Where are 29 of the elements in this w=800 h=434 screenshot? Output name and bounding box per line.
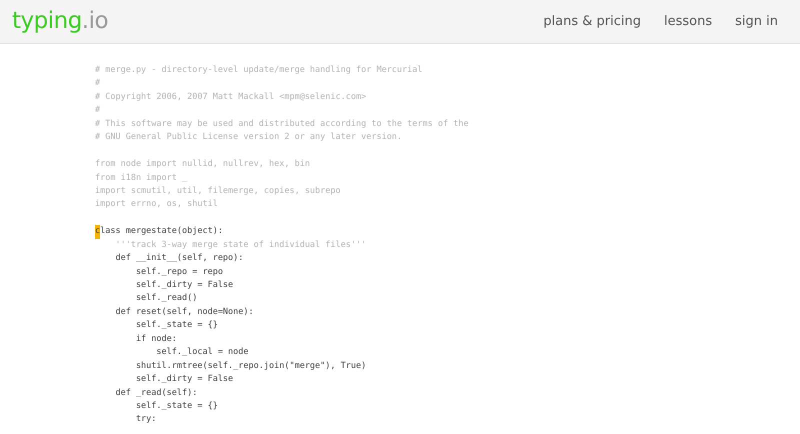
nav-link[interactable]: sign in — [735, 12, 778, 32]
code-line: self._dirty = False — [134, 374, 234, 384]
code-line: try: — [134, 414, 156, 424]
code-line: if node: — [134, 334, 177, 344]
code-line: lass mergestate(object): — [100, 226, 223, 236]
code-line: self._local = node — [155, 347, 249, 358]
code-line: # — [95, 105, 100, 116]
code-line: self._repo = repo — [134, 266, 223, 277]
typing-cursor: c — [95, 225, 100, 239]
code-line: import errno, os, shutil — [95, 199, 218, 210]
code-line: # — [95, 78, 100, 88]
code-line: '''track 3-way merge state of individual files''' — [114, 240, 366, 250]
code-line: import scmutil, util, filemerge, copies, subrepo — [95, 186, 341, 196]
nav-link[interactable]: plans & pricing — [543, 12, 642, 32]
code-line: def reset(self, node=None): — [114, 306, 254, 317]
nav-link[interactable]: lessons — [664, 12, 712, 32]
code-line: def _read(self): — [114, 388, 198, 398]
code-line: # This software may be used and distributed according to the terms of the — [95, 118, 469, 129]
code-line: from node import nullid, nullrev, hex, bin — [95, 159, 310, 170]
code-line: from i18n import _ — [95, 172, 188, 182]
code-line: self._state = {} — [134, 400, 218, 411]
code-line: self._dirty = False — [134, 280, 234, 290]
code-line: # Copyright 2006, 2007 Matt Mackall <mpm@selenic.com> — [95, 92, 366, 102]
code-line: self._state = {} — [134, 320, 218, 330]
code-line: # GNU General Public License version 2 or any later version. — [95, 132, 402, 142]
code-line: shutil.rmtree(self._repo.join("merge"), True) — [134, 360, 366, 371]
code-line: def __init__(self, repo): — [114, 253, 244, 264]
code-line: # merge.py - directory-level update/merge handling for Mercurial — [95, 65, 423, 75]
code-line: self._read() — [134, 293, 198, 304]
